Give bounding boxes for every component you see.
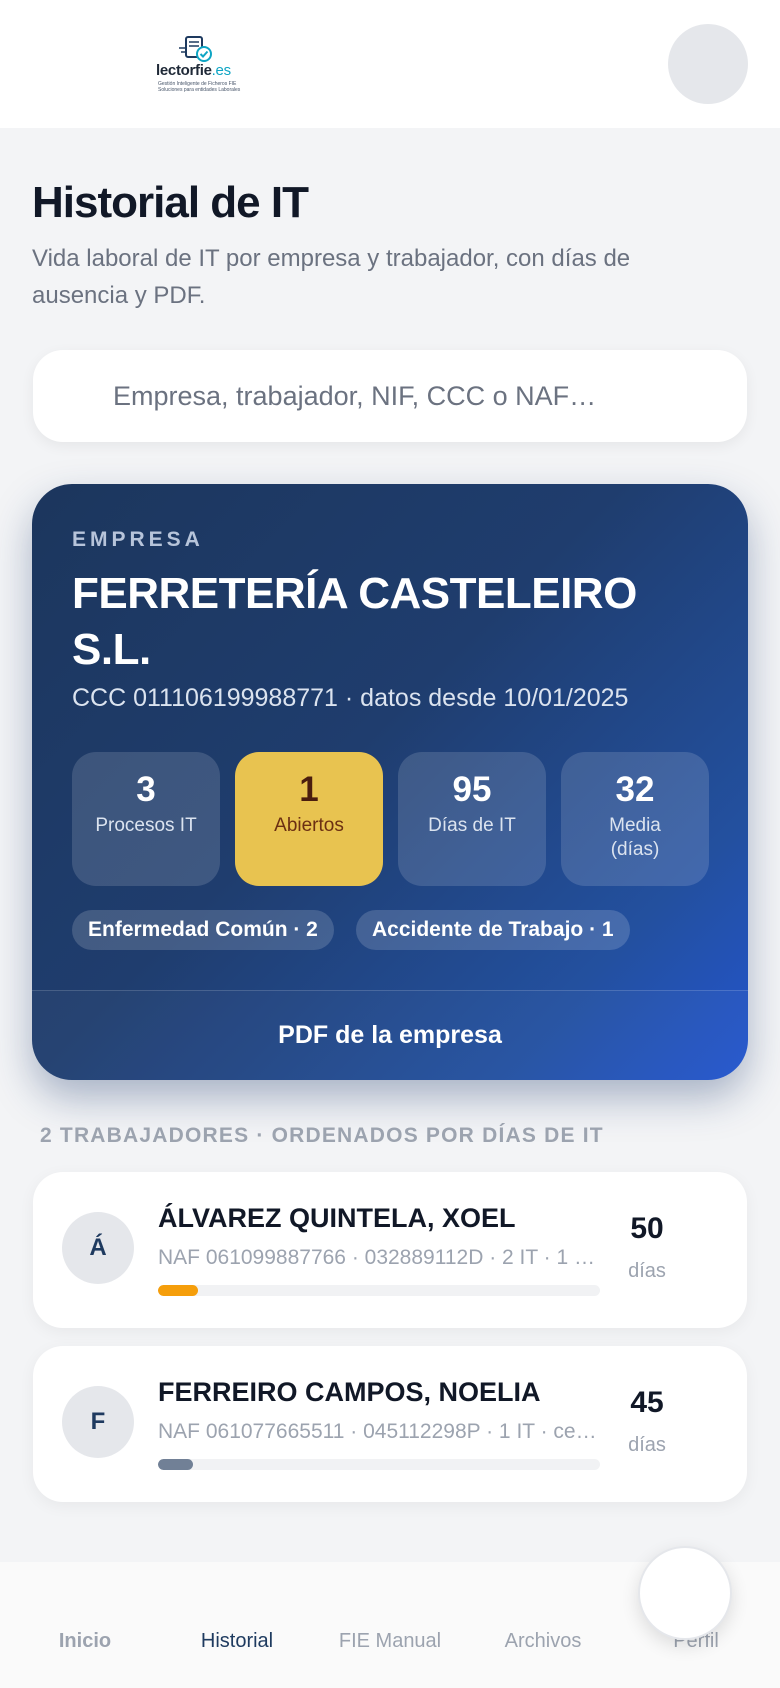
stat-value: 95 bbox=[452, 770, 492, 809]
user-avatar[interactable] bbox=[668, 24, 748, 104]
company-meta: CCC 011106199988771 · datos desde 10/01/… bbox=[72, 684, 629, 712]
stat-days: 95 Días de IT bbox=[398, 752, 546, 886]
worker-days-progress bbox=[158, 1459, 600, 1470]
logo-wordmark: lectorfie.es bbox=[156, 62, 231, 79]
stat-label: Procesos IT bbox=[95, 815, 197, 836]
stat-value: 3 bbox=[136, 770, 156, 809]
top-bar: lectorfie.es Gestión Inteligente de Fich… bbox=[0, 0, 780, 128]
floating-action-button[interactable] bbox=[638, 1546, 732, 1640]
worker-card[interactable]: F FERREIRO CAMPOS, NOELIA NAF 0610776655… bbox=[33, 1346, 747, 1502]
workers-section-title: 2 TRABAJADORES · ORDENADOS POR DÍAS DE I… bbox=[40, 1124, 604, 1147]
stat-value: 1 bbox=[299, 770, 319, 809]
company-card: EMPRESA FERRETERÍA CASTELEIRO S.L. CCC 0… bbox=[32, 484, 748, 1080]
search-box[interactable] bbox=[33, 350, 747, 442]
nav-item-inicio[interactable]: Inicio bbox=[7, 1562, 163, 1688]
worker-days-value: 45 bbox=[630, 1386, 664, 1419]
app-logo[interactable]: lectorfie.es Gestión Inteligente de Fich… bbox=[156, 34, 241, 93]
stat-average: 32 Media (días) bbox=[561, 752, 709, 886]
worker-avatar: F bbox=[62, 1386, 134, 1458]
worker-avatar: Á bbox=[62, 1212, 134, 1284]
stat-label: Abiertos bbox=[274, 815, 344, 836]
worker-days-label: días bbox=[628, 1434, 666, 1456]
worker-meta: NAF 061077665511 · 045112298P · 1 IT · c… bbox=[158, 1420, 600, 1443]
stat-label: Media (días) bbox=[609, 815, 661, 860]
stat-label: Días de IT bbox=[428, 815, 516, 836]
chip-common-illness[interactable]: Enfermedad Común · 2 bbox=[72, 910, 334, 950]
nav-item-fie-manual[interactable]: FIE Manual bbox=[312, 1562, 468, 1688]
page-title: Historial de IT bbox=[32, 178, 309, 227]
progress-fill bbox=[158, 1459, 194, 1470]
worker-days-progress bbox=[158, 1285, 600, 1296]
logo-document-icon bbox=[179, 36, 212, 62]
worker-card[interactable]: Á ÁLVAREZ QUINTELA, XOEL NAF 06109988776… bbox=[33, 1172, 747, 1328]
logo-tagline: Gestión Inteligente de Ficheros FIE Soluc… bbox=[158, 81, 241, 93]
stat-open[interactable]: 1 Abiertos bbox=[235, 752, 383, 886]
stat-processes: 3 Procesos IT bbox=[72, 752, 220, 886]
progress-fill bbox=[158, 1285, 198, 1296]
nav-item-historial[interactable]: Historial bbox=[159, 1562, 315, 1688]
page-subtitle: Vida laboral de IT por empresa y trabaja… bbox=[32, 245, 631, 309]
company-pdf-button[interactable]: PDF de la empresa bbox=[32, 991, 748, 1080]
search-input[interactable] bbox=[113, 350, 713, 442]
nav-item-archivos[interactable]: Archivos bbox=[465, 1562, 621, 1688]
worker-days-value: 50 bbox=[630, 1212, 664, 1245]
worker-name: FERREIRO CAMPOS, NOELIA bbox=[158, 1377, 541, 1407]
worker-meta: NAF 061099887766 · 032889112D · 2 IT · 1… bbox=[158, 1246, 600, 1269]
company-name: FERRETERÍA CASTELEIRO S.L. bbox=[72, 569, 637, 674]
stat-value: 32 bbox=[615, 770, 655, 809]
worker-name: ÁLVAREZ QUINTELA, XOEL bbox=[158, 1203, 516, 1233]
worker-days-label: días bbox=[628, 1260, 666, 1282]
company-label: EMPRESA bbox=[72, 528, 204, 551]
chip-work-accident[interactable]: Accidente de Trabajo · 1 bbox=[356, 910, 630, 950]
